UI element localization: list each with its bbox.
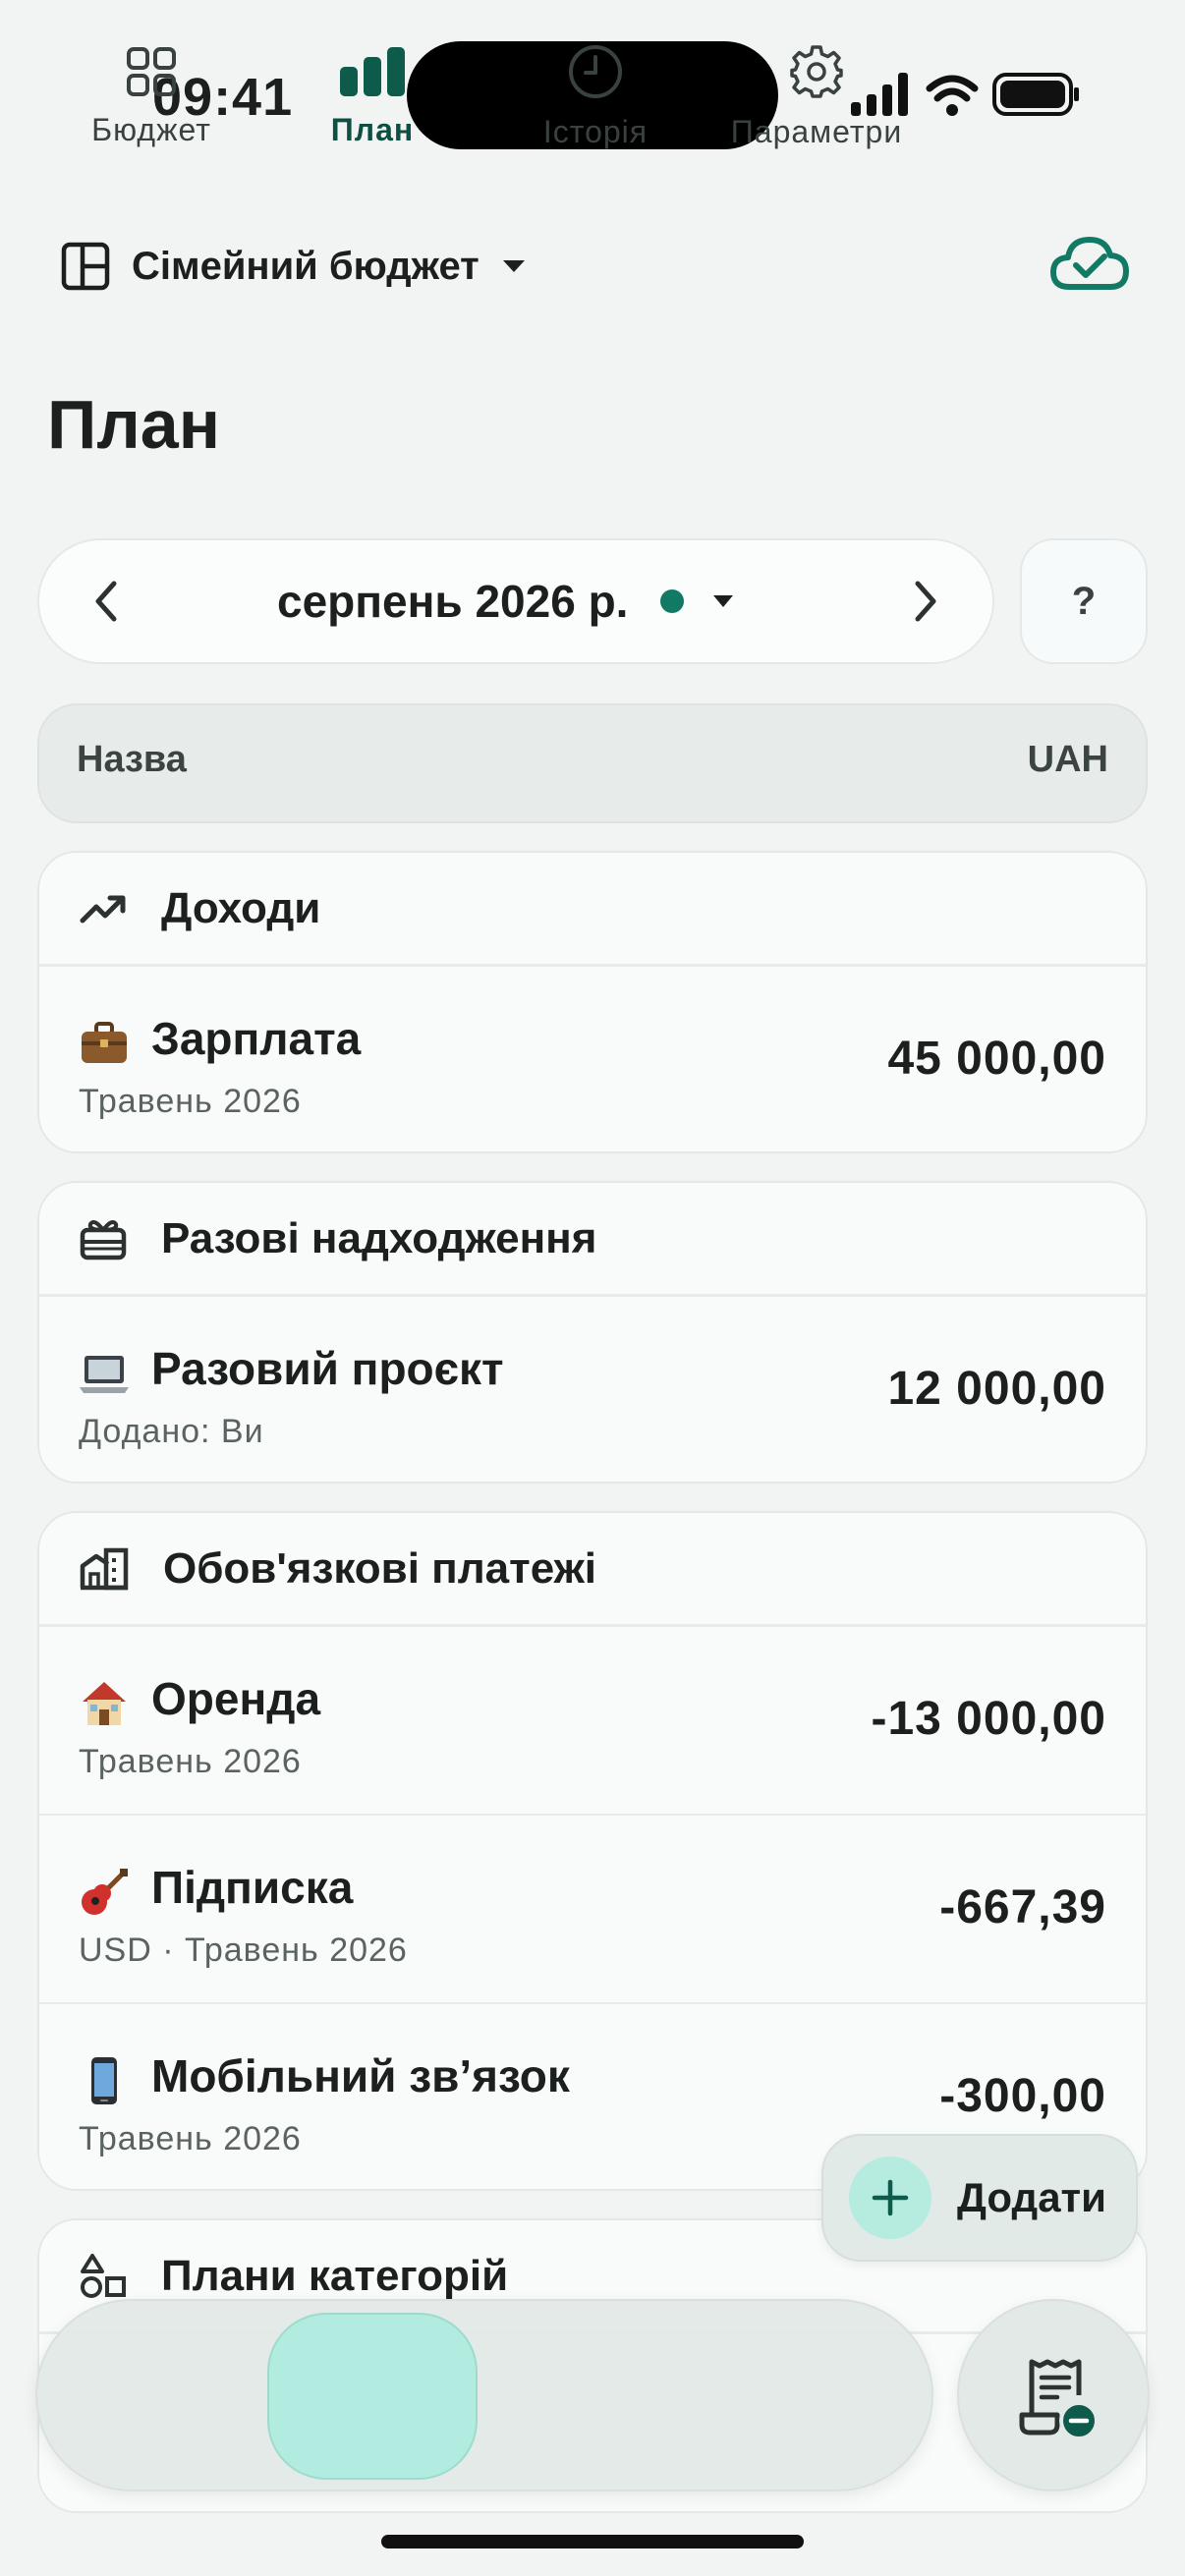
section-header[interactable]: Обов'язкові платежі bbox=[39, 1513, 1146, 1627]
nav-label: Бюджет bbox=[91, 111, 211, 147]
item-title: Мобільний зв’язок bbox=[151, 2050, 570, 2101]
battery-icon bbox=[992, 73, 1079, 116]
item-title: Оренда bbox=[151, 1673, 321, 1724]
nav-item-plan[interactable]: План bbox=[267, 0, 478, 193]
item-amount: -13 000,00 bbox=[871, 1693, 1106, 1745]
item-subtitle: USD · Травень 2026 bbox=[79, 1932, 408, 1969]
trending-up-icon bbox=[80, 895, 126, 923]
item-amount: -667,39 bbox=[939, 1881, 1106, 1933]
list-item[interactable]: Разовий проєкт Додано: Ви 12 000,00 bbox=[39, 1297, 1146, 1482]
section-header[interactable]: Разові надходження bbox=[39, 1183, 1146, 1297]
list-item[interactable]: Зарплата Травень 2026 45 000,00 bbox=[39, 967, 1146, 1151]
help-button[interactable]: ? bbox=[1020, 538, 1148, 664]
bar-chart-icon bbox=[340, 46, 405, 96]
section-title: Разові надходження bbox=[161, 1213, 597, 1262]
guitar-icon bbox=[82, 1869, 128, 1915]
caret-down-icon[interactable] bbox=[711, 593, 735, 609]
item-title: Разовий проєкт bbox=[151, 1343, 504, 1394]
section-one-time-income: Разові надходження Разовий проєкт Додано… bbox=[37, 1181, 1148, 1484]
item-title: Підписка bbox=[151, 1862, 354, 1913]
bottom-nav bbox=[35, 2299, 933, 2492]
clock-icon bbox=[569, 44, 622, 98]
section-mandatory-payments: Обов'язкові платежі Оренда Травень 2026 … bbox=[37, 1511, 1148, 2191]
budget-switcher[interactable]: Сімейний бюджет bbox=[61, 232, 527, 301]
item-title: Зарплата bbox=[151, 1013, 362, 1064]
column-currency-label: UAH bbox=[1027, 739, 1108, 780]
item-subtitle: Травень 2026 bbox=[79, 2120, 302, 2157]
item-amount: 12 000,00 bbox=[887, 1363, 1106, 1415]
receipt-minus-icon bbox=[1019, 2359, 1097, 2438]
item-subtitle: Додано: Ви bbox=[79, 1413, 264, 1450]
period-status-dot bbox=[660, 589, 684, 613]
briefcase-icon bbox=[82, 1022, 127, 1063]
list-item[interactable]: Оренда Травень 2026 -13 000,00 bbox=[39, 1627, 1146, 1816]
item-subtitle: Травень 2026 bbox=[79, 1743, 302, 1780]
section-header[interactable]: Доходи bbox=[39, 853, 1146, 967]
column-name-label: Назва bbox=[77, 739, 187, 780]
chevron-right-icon[interactable] bbox=[896, 568, 955, 635]
item-subtitle: Травень 2026 bbox=[79, 1083, 302, 1120]
budget-name: Сімейний бюджет bbox=[132, 244, 480, 288]
plus-icon bbox=[849, 2156, 931, 2239]
grid-icon bbox=[127, 46, 176, 96]
nav-item-history[interactable]: Історія bbox=[478, 0, 713, 193]
nav-label: Параметри bbox=[730, 113, 903, 149]
item-amount: -300,00 bbox=[939, 2070, 1106, 2122]
section-title: Обов'язкові платежі bbox=[163, 1543, 597, 1593]
list-item[interactable]: Підписка USD · Травень 2026 -667,39 bbox=[39, 1816, 1146, 2004]
nav-label: План bbox=[330, 111, 415, 147]
mobile-phone-icon bbox=[91, 2057, 117, 2104]
nav-active-indicator bbox=[267, 2313, 478, 2480]
chevron-down-icon bbox=[502, 260, 525, 272]
gear-icon bbox=[790, 44, 843, 98]
building-icon bbox=[80, 1547, 129, 1590]
section-title: Плани категорій bbox=[161, 2251, 509, 2300]
section-title: Доходи bbox=[161, 883, 321, 932]
section-income: Доходи Зарплата Травень 2026 45 000,00 bbox=[37, 851, 1148, 1153]
gift-icon bbox=[80, 1219, 127, 1260]
add-expense-button[interactable] bbox=[957, 2299, 1150, 2492]
add-button-label: Додати bbox=[957, 2174, 1106, 2220]
wifi-icon bbox=[926, 75, 979, 102]
item-amount: 45 000,00 bbox=[887, 1033, 1106, 1085]
layout-icon bbox=[61, 242, 110, 291]
column-header bbox=[37, 703, 1148, 823]
page-title: План bbox=[47, 386, 220, 463]
home-indicator bbox=[381, 2535, 804, 2548]
chevron-left-icon[interactable] bbox=[77, 568, 136, 635]
laptop-icon bbox=[80, 1356, 129, 1393]
nav-item-budget[interactable]: Бюджет bbox=[35, 0, 267, 193]
shapes-icon bbox=[81, 2253, 126, 2298]
nav-item-settings[interactable]: Параметри bbox=[713, 0, 920, 193]
nav-label: Історія bbox=[542, 113, 649, 149]
period-label[interactable]: серпень 2026 р. bbox=[277, 570, 628, 633]
cloud-sync-icon[interactable] bbox=[1049, 232, 1130, 299]
house-icon bbox=[83, 1682, 126, 1725]
add-button[interactable]: Додати bbox=[821, 2134, 1138, 2262]
